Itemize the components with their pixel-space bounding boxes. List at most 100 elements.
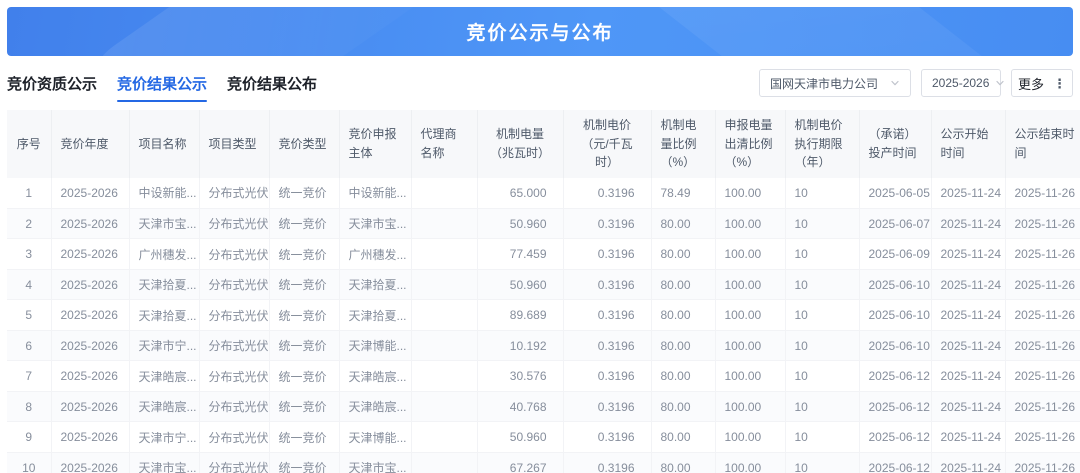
tab-label: 竞价资质公示: [7, 76, 97, 93]
table-cell: 2: [7, 208, 51, 239]
table-cell: 中设新能...: [129, 178, 199, 209]
year-select-value: 2025-2026: [932, 76, 989, 90]
toolbar: 竞价资质公示 竞价结果公示 竞价结果公布 国网天津市电力公司 2025-2026: [7, 56, 1073, 110]
more-button[interactable]: 更多 ⋮: [1011, 69, 1073, 97]
table-cell: 天津市宁...: [129, 422, 199, 453]
table-row: 52025-2026天津拾夏...分布式光伏统一竞价天津拾夏...89.6890…: [7, 300, 1080, 331]
table-cell: 分布式光伏: [199, 239, 269, 270]
table-cell: 0.3196: [563, 391, 651, 422]
table-cell: 分布式光伏: [199, 300, 269, 331]
column-header: 竞价申报主体: [339, 110, 411, 178]
table-cell: 3: [7, 239, 51, 270]
table-cell: 80.00: [651, 452, 715, 473]
table-cell: 77.459: [477, 239, 563, 270]
table-cell: 10: [785, 391, 859, 422]
table-cell: 天津市宁...: [129, 330, 199, 361]
table-cell: 2025-2026: [51, 239, 129, 270]
table-row: 12025-2026中设新能...分布式光伏统一竞价中设新能...65.0000…: [7, 178, 1080, 209]
table-cell: 2025-06-10: [859, 300, 931, 331]
table-cell: 2025-2026: [51, 208, 129, 239]
table-row: 22025-2026天津市宝...分布式光伏统一竞价天津市宝...50.9600…: [7, 208, 1080, 239]
table-cell: 10: [785, 239, 859, 270]
table-cell: 80.00: [651, 361, 715, 392]
table-cell: 2025-11-24: [931, 422, 1005, 453]
table-cell: 10: [785, 269, 859, 300]
table-cell: 统一竞价: [269, 178, 339, 209]
table-cell: 2025-11-26: [1005, 300, 1080, 331]
table-cell: 2025-2026: [51, 422, 129, 453]
table-cell: [411, 269, 477, 300]
table-row: 42025-2026天津拾夏...分布式光伏统一竞价天津拾夏...50.9600…: [7, 269, 1080, 300]
table-cell: 分布式光伏: [199, 208, 269, 239]
table-cell: 2025-06-09: [859, 239, 931, 270]
table-cell: 2025-11-26: [1005, 330, 1080, 361]
table-cell: 89.689: [477, 300, 563, 331]
tab-bar: 竞价资质公示 竞价结果公示 竞价结果公布: [7, 63, 337, 104]
table-cell: 65.000: [477, 178, 563, 209]
table-cell: 分布式光伏: [199, 391, 269, 422]
table-cell: [411, 208, 477, 239]
table-header: 序号竞价年度项目名称项目类型竞价类型竞价申报主体代理商名称机制电量（兆瓦时）机制…: [7, 110, 1080, 178]
company-select[interactable]: 国网天津市电力公司: [759, 69, 911, 97]
tab-bidding-qualification-publicity[interactable]: 竞价资质公示: [7, 63, 97, 104]
tab-bidding-result-publicity[interactable]: 竞价结果公示: [117, 63, 207, 104]
table-cell: 2025-11-24: [931, 178, 1005, 209]
table-cell: [411, 239, 477, 270]
table-cell: 2025-2026: [51, 452, 129, 473]
page: 竞价公示与公布 竞价资质公示 竞价结果公示 竞价结果公布 国网天津市电力公司 2…: [0, 0, 1080, 473]
table-cell: 10: [785, 361, 859, 392]
table-cell: 天津博能...: [339, 330, 411, 361]
table-cell: 6: [7, 330, 51, 361]
table-cell: 67.267: [477, 452, 563, 473]
tab-bidding-result-announcement[interactable]: 竞价结果公布: [227, 63, 317, 104]
table-cell: 80.00: [651, 330, 715, 361]
table-cell: 2025-11-26: [1005, 178, 1080, 209]
table-cell: 80.00: [651, 422, 715, 453]
table-cell: 10: [785, 208, 859, 239]
column-header: 机制电价（元/千瓦时）: [563, 110, 651, 178]
table-cell: 天津市宝...: [339, 452, 411, 473]
table-cell: 分布式光伏: [199, 269, 269, 300]
table-row: 102025-2026天津市宝...分布式光伏统一竞价天津市宝...67.267…: [7, 452, 1080, 473]
table-cell: 分布式光伏: [199, 422, 269, 453]
table-cell: 2025-11-26: [1005, 208, 1080, 239]
table-cell: 100.00: [715, 330, 785, 361]
table-cell: 100.00: [715, 269, 785, 300]
table-cell: 0.3196: [563, 208, 651, 239]
table-cell: 5: [7, 300, 51, 331]
column-header: 项目类型: [199, 110, 269, 178]
table-cell: [411, 330, 477, 361]
table-cell: 10: [785, 178, 859, 209]
table-cell: 分布式光伏: [199, 178, 269, 209]
column-header: （承诺）投产时间: [859, 110, 931, 178]
table-cell: 10: [7, 452, 51, 473]
table-cell: 分布式光伏: [199, 330, 269, 361]
table-cell: 2025-2026: [51, 178, 129, 209]
table-cell: 2025-11-26: [1005, 452, 1080, 473]
column-header: 竞价年度: [51, 110, 129, 178]
table-cell: 天津皓宸...: [129, 391, 199, 422]
table-cell: 9: [7, 422, 51, 453]
column-header: 申报电量出清比例（%）: [715, 110, 785, 178]
table-body: 12025-2026中设新能...分布式光伏统一竞价中设新能...65.0000…: [7, 178, 1080, 473]
table-cell: 0.3196: [563, 269, 651, 300]
table-cell: 中设新能...: [339, 178, 411, 209]
table-cell: 天津市宝...: [339, 208, 411, 239]
table-cell: 2025-11-24: [931, 208, 1005, 239]
table-cell: 天津市宝...: [129, 452, 199, 473]
table-cell: 2025-11-26: [1005, 391, 1080, 422]
table-cell: 2025-11-24: [931, 361, 1005, 392]
company-select-value: 国网天津市电力公司: [770, 75, 878, 92]
column-header: 公示开始时间: [931, 110, 1005, 178]
table-cell: 80.00: [651, 269, 715, 300]
table-cell: 2025-2026: [51, 391, 129, 422]
table-row: 72025-2026天津皓宸...分布式光伏统一竞价天津皓宸...30.5760…: [7, 361, 1080, 392]
year-select[interactable]: 2025-2026: [921, 69, 1001, 97]
table-cell: 广州穗发...: [129, 239, 199, 270]
table-cell: 2025-11-24: [931, 391, 1005, 422]
table-cell: 2025-06-12: [859, 422, 931, 453]
table-cell: 50.960: [477, 422, 563, 453]
table-cell: 10: [785, 422, 859, 453]
table-cell: 统一竞价: [269, 452, 339, 473]
table-row: 62025-2026天津市宁...分布式光伏统一竞价天津博能...10.1920…: [7, 330, 1080, 361]
